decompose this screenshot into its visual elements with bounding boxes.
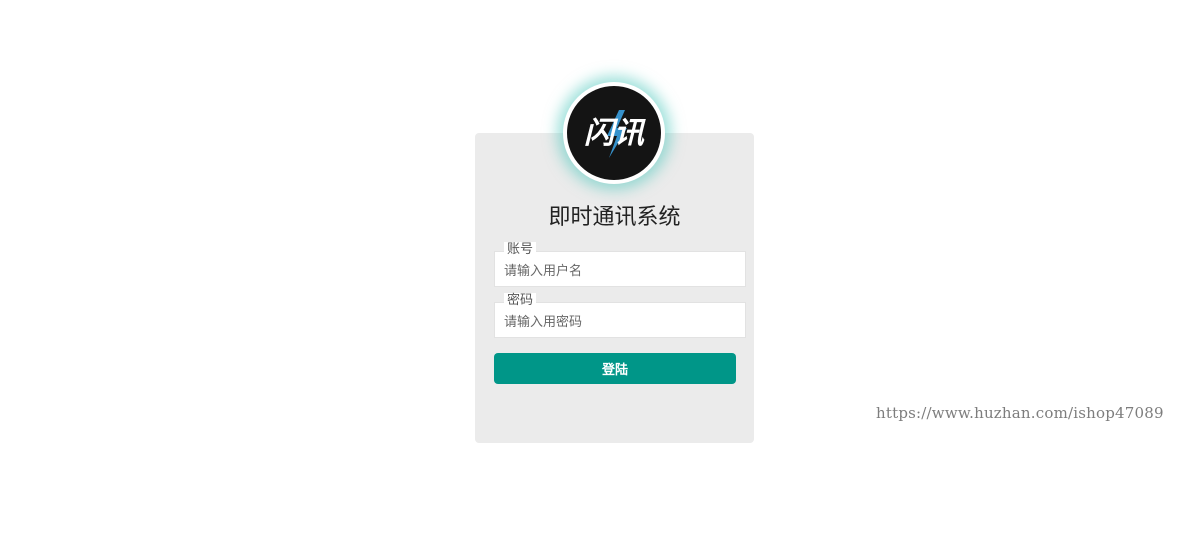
watermark-url: https://www.huzhan.com/ishop47089 xyxy=(876,404,1164,422)
password-label: 密码 xyxy=(504,293,537,309)
username-label: 账号 xyxy=(504,242,537,258)
logo-text: 闪讯 xyxy=(584,116,646,151)
username-field: 账号 xyxy=(494,242,746,287)
app-logo: 闪讯 xyxy=(567,86,661,180)
page-title: 即时通讯系统 xyxy=(548,205,681,230)
logo-ring: 闪讯 xyxy=(563,82,665,184)
login-button[interactable]: 登陆 xyxy=(494,353,736,384)
password-field: 密码 xyxy=(494,293,746,338)
lightning-logo-icon: 闪讯 xyxy=(584,110,646,158)
login-page: 闪讯 即时通讯系统 账号 密码 登陆 https://www.huzhan.co… xyxy=(0,0,1200,554)
